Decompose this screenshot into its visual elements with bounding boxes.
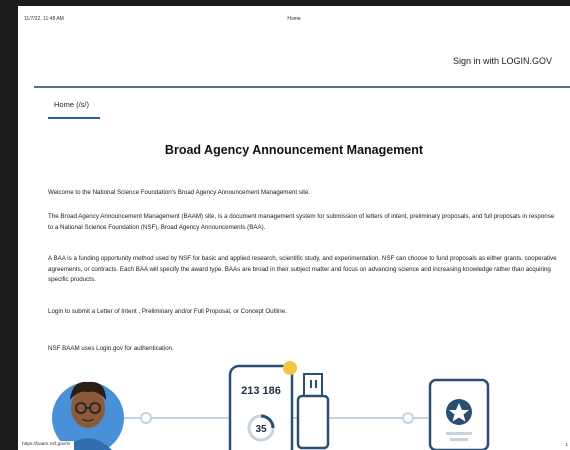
phone-code-icon: 213 186 35 — [228, 364, 294, 450]
login-instruction-paragraph: Login to submit a Letter of Intent , Pre… — [48, 308, 287, 315]
person-avatar-icon — [52, 381, 124, 450]
connector-node-icon — [402, 412, 414, 424]
print-header: 11/7/22, 11:48 AM Home — [18, 14, 570, 26]
login-gov-illustration: 213 186 35 — [52, 361, 490, 450]
header-divider — [34, 86, 570, 88]
welcome-paragraph: Welcome to the National Science Foundati… — [48, 189, 311, 196]
authentication-note-paragraph: NSF BAAM uses Login.gov for authenticati… — [48, 345, 174, 352]
printed-page: 11/7/22, 11:48 AM Home Sign in with LOGI… — [18, 6, 570, 450]
badge-card-icon — [428, 378, 490, 450]
nav-home-link[interactable]: Home (/s/) — [54, 100, 89, 109]
usb-key-icon — [296, 373, 330, 450]
baam-description-paragraph: The Broad Agency Announcement Management… — [48, 213, 555, 231]
timer-text: 35 — [255, 424, 267, 435]
notification-dot-icon — [283, 361, 297, 375]
baa-description-paragraph: A BAA is a funding opportunity method us… — [48, 255, 557, 283]
nav-active-indicator — [48, 117, 100, 119]
phone-code-text: 213 186 — [241, 385, 281, 397]
page-number: 1 — [565, 443, 568, 448]
print-page-title: Home — [287, 16, 301, 22]
signin-login-gov-link[interactable]: Sign in with LOGIN.GOV — [453, 56, 552, 66]
status-bar-url: https://baam.nsf.gov/s/ — [18, 441, 75, 450]
page-title: Broad Agency Announcement Management — [164, 143, 424, 157]
connector-node-icon — [140, 412, 152, 424]
